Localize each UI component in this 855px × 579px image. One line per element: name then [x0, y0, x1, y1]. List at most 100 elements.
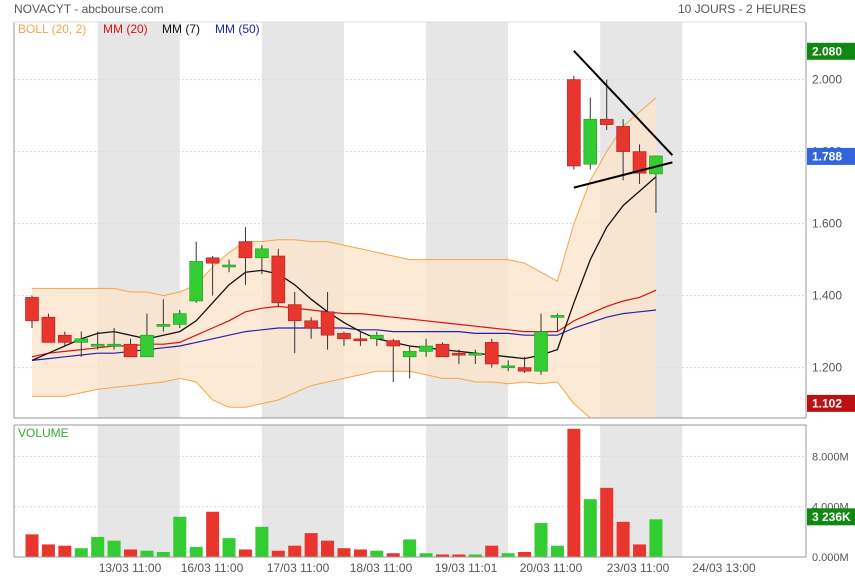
volume-bar [370, 550, 384, 557]
volume-bar [238, 549, 252, 557]
time-tick-label: 20/03 11:00 [520, 561, 583, 575]
candle-body [107, 343, 121, 347]
volume-bar [501, 553, 515, 557]
period-label: 10 JOURS - 2 HEURES [678, 2, 806, 16]
volume-bar [304, 533, 318, 557]
time-tick-label: 23/03 11:00 [607, 561, 670, 575]
volume-bar [189, 546, 203, 557]
candle-body [517, 367, 532, 372]
candle-body [452, 352, 466, 356]
session-band-volume [426, 425, 509, 557]
candle-body [41, 316, 56, 343]
time-tick-label: 18/03 11:00 [350, 561, 413, 575]
volume-bar [206, 511, 220, 557]
volume-bar [337, 548, 351, 557]
price-tick-label: 1.200 [812, 361, 842, 375]
session-band-volume [97, 425, 180, 557]
time-tick-label: 16/03 11:00 [181, 561, 244, 575]
last-price-badge-label: 1.788 [812, 149, 842, 163]
legend: BOLL (20, 2) MM (20) MM (7) MM (50) [18, 22, 260, 36]
legend-mm7: MM (7) [162, 22, 200, 36]
candle-body [74, 338, 89, 343]
volume-bar [518, 551, 532, 557]
volume-bar [91, 536, 105, 557]
price-tick-label: 1.600 [812, 217, 842, 231]
candle-body [419, 345, 433, 352]
volume-bar [140, 550, 154, 557]
candle-body [337, 333, 351, 340]
volume-badge-label: 3 236K [812, 510, 851, 524]
time-tick-label: 19/03 11:01 [435, 561, 498, 575]
volume-bar [173, 516, 187, 557]
volume-bar [321, 540, 335, 557]
volume-bar [485, 545, 499, 557]
volume-bar [271, 550, 285, 557]
candle-body [287, 304, 302, 322]
volume-title: VOLUME [18, 426, 69, 440]
legend-mm50: MM (50) [215, 22, 260, 36]
candle-body [189, 261, 203, 302]
candle-body [534, 331, 548, 372]
candle-body [435, 343, 450, 358]
volume-bar [156, 551, 170, 557]
candle-body [370, 334, 384, 340]
candle-body [583, 118, 598, 165]
candle-body [123, 343, 138, 358]
volume-bar [222, 538, 236, 557]
volume-bar [255, 526, 269, 557]
session-band-volume [261, 425, 344, 557]
price-tick-label: 2.000 [812, 73, 842, 87]
volume-bar [600, 487, 614, 557]
candle-body [25, 297, 39, 322]
candle-body [90, 343, 105, 347]
candle-body [255, 248, 269, 259]
volume-bar [288, 545, 302, 557]
price-tick-label: 1.400 [812, 289, 842, 303]
chart-title: NOVACYT - abcbourse.com [14, 2, 164, 16]
volume-bar [107, 540, 121, 557]
volume-bar [386, 553, 400, 557]
volume-bar [353, 549, 367, 557]
volume-bar [616, 521, 630, 557]
candle-body [484, 342, 499, 365]
candle-body [172, 313, 187, 325]
candle-body [616, 126, 630, 152]
time-tick-label: 24/03 13:00 [692, 561, 756, 575]
volume-bar [74, 548, 88, 557]
volume-bar [583, 499, 597, 557]
candle-body [156, 324, 171, 327]
legend-boll: BOLL (20, 2) [18, 22, 86, 36]
legend-mm20: MM (20) [103, 22, 148, 36]
time-tick-label: 13/03 11:00 [99, 561, 162, 575]
volume-bar [124, 549, 138, 557]
candle-body [386, 340, 401, 347]
low-badge-label: 1.102 [812, 396, 842, 410]
volume-bar [58, 545, 72, 557]
candle-body [501, 365, 515, 369]
time-tick-label: 17/03 11:00 [267, 561, 330, 575]
volume-bar [534, 523, 548, 557]
candle-body [58, 334, 72, 343]
volume-tick-label: 0.000M [812, 552, 849, 564]
candle-body [402, 351, 417, 358]
high-badge-label: 2.080 [812, 44, 842, 58]
volume-bar [41, 544, 55, 557]
candle-body [567, 79, 581, 167]
candle-body [140, 334, 154, 358]
volume-tick-label: 8.000M [812, 451, 849, 463]
candle-body [205, 257, 220, 264]
volume-bar [649, 519, 663, 557]
candle-body [304, 320, 318, 329]
candle-body [599, 118, 614, 125]
volume-bar [25, 534, 39, 557]
candle-body [468, 352, 483, 356]
candle-body [353, 338, 368, 342]
price-volume-chart: 1.2001.4001.6001.8002.0000.000M4.000M8.0… [13, 2, 855, 575]
volume-bar [567, 428, 581, 557]
volume-bar [419, 553, 433, 557]
candle-body [238, 241, 253, 259]
candle-body [222, 264, 236, 268]
volume-bar [633, 544, 647, 557]
volume-bar [403, 539, 417, 557]
candle-body [320, 311, 335, 336]
